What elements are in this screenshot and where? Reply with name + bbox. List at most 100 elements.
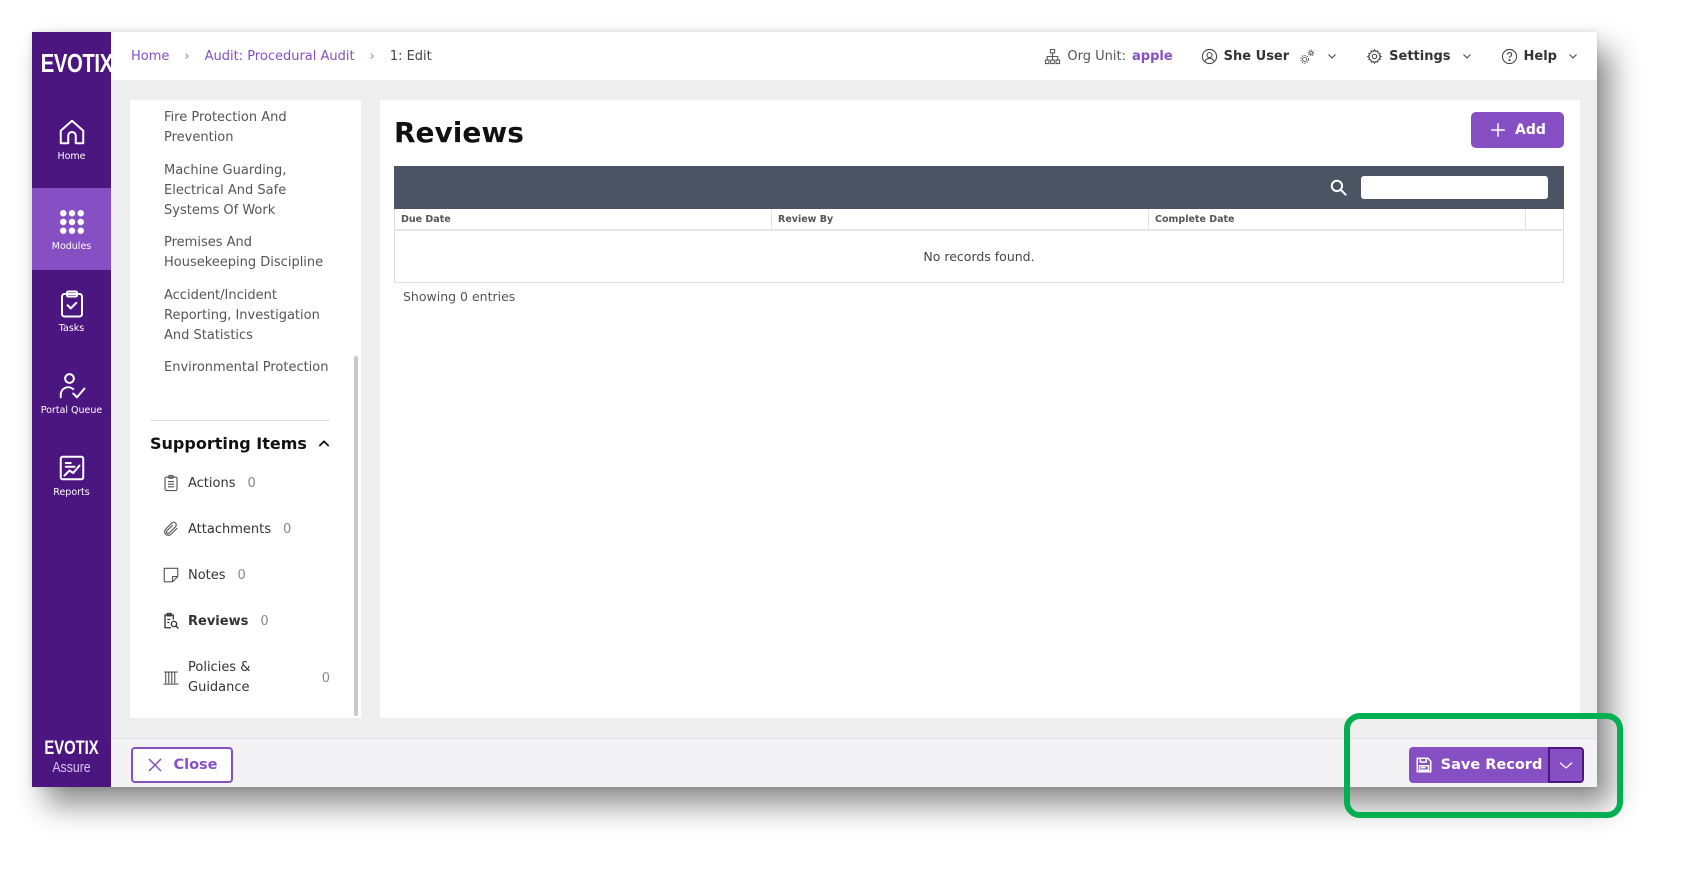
grid-entries-count: Showing 0 entries <box>403 289 516 304</box>
help-menu[interactable]: Help <box>1501 48 1579 65</box>
settings-menu[interactable]: Settings <box>1366 48 1472 65</box>
supporting-item-count: 0 <box>321 670 330 686</box>
supporting-item-policies[interactable]: Policies & Guidance 0 <box>162 658 330 698</box>
close-button[interactable]: Close <box>131 747 233 783</box>
sidebar-item-label: Portal Queue <box>40 404 103 416</box>
chevron-right-icon: › <box>184 48 190 64</box>
close-button-label: Close <box>173 757 218 773</box>
paperclip-icon <box>164 521 178 536</box>
sidebar-item-portal-queue[interactable]: Portal Queue <box>32 352 111 434</box>
grid-header-row: Due Date Review By Complete Date <box>394 209 1564 231</box>
help-circle-icon <box>1501 48 1517 64</box>
supporting-items-title: Supporting Items <box>150 434 307 453</box>
chevron-down-icon <box>1462 54 1471 59</box>
column-header-due-date[interactable]: Due Date <box>395 209 772 229</box>
user-circle-icon <box>1201 48 1217 64</box>
scrollbar-thumb[interactable] <box>354 356 358 716</box>
gear-icon <box>1366 48 1383 64</box>
breadcrumb-audit[interactable]: Audit: Procedural Audit <box>205 49 355 64</box>
reviews-panel: Reviews Add Due Date Review By Complete … <box>380 100 1580 718</box>
close-icon <box>148 758 162 772</box>
chevron-down-icon <box>1328 54 1337 59</box>
supporting-items-header[interactable]: Supporting Items <box>150 434 332 453</box>
org-unit-value[interactable]: apple <box>1132 49 1173 64</box>
gears-icon <box>1300 49 1315 64</box>
add-button-label: Add <box>1515 122 1546 138</box>
settings-label: Settings <box>1389 48 1451 64</box>
section-link[interactable]: Machine Guarding, Electrical And Safe Sy… <box>164 161 334 221</box>
product-brand: EVOTIX Assure <box>32 739 111 775</box>
save-record-label: Save Record <box>1440 757 1543 773</box>
supporting-item-count: 0 <box>260 613 269 629</box>
top-bar: Home › Audit: Procedural Audit › 1: Edit… <box>111 32 1597 80</box>
supporting-item-notes[interactable]: Notes 0 <box>162 566 332 584</box>
breadcrumb-home[interactable]: Home <box>131 49 169 64</box>
books-icon <box>163 671 179 685</box>
clipboard-list-icon <box>164 474 178 492</box>
home-icon <box>59 119 84 144</box>
column-header-complete-date[interactable]: Complete Date <box>1149 209 1526 229</box>
save-options-dropdown[interactable] <box>1548 747 1584 783</box>
supporting-item-reviews[interactable]: Reviews 0 <box>162 612 332 630</box>
sidebar-item-tasks[interactable]: Tasks <box>32 270 111 352</box>
chevron-right-icon: › <box>369 48 375 64</box>
sidebar: EVOTIX Home Modules Tasks Portal Queue R… <box>32 32 113 787</box>
breadcrumb: Home › Audit: Procedural Audit › 1: Edit <box>131 32 432 80</box>
column-header-review-by[interactable]: Review By <box>772 209 1149 229</box>
grid-dots-icon <box>59 209 84 234</box>
supporting-item-label: Attachments <box>188 521 271 537</box>
org-unit-label: Org Unit: <box>1067 48 1126 64</box>
sidebar-item-modules[interactable]: Modules <box>32 188 111 270</box>
chevron-up-icon[interactable] <box>316 436 332 452</box>
breadcrumb-current: 1: Edit <box>389 48 432 64</box>
save-button-group: Save Record <box>1409 747 1584 783</box>
top-actions: Org Unit: apple She User Settings Help <box>1044 32 1579 80</box>
empty-message: No records found. <box>923 249 1035 264</box>
clipboard-check-icon <box>60 290 83 317</box>
grid-search-input[interactable] <box>1361 176 1548 199</box>
product-brand-sub: Assure <box>52 759 91 776</box>
review-search-icon <box>164 612 179 629</box>
footer-bar: Close Save Record <box>111 738 1597 787</box>
section-nav-panel: Fire Protection And Prevention Machine G… <box>130 100 361 718</box>
grid-empty-row: No records found. <box>394 231 1564 283</box>
supporting-item-actions[interactable]: Actions 0 <box>162 474 332 492</box>
section-link[interactable]: Premises And Housekeeping Discipline <box>164 233 334 273</box>
search-icon[interactable] <box>1329 178 1348 197</box>
supporting-item-label: Policies & Guidance <box>188 660 251 695</box>
chevron-down-icon <box>1559 762 1573 769</box>
sidebar-item-home[interactable]: Home <box>32 98 111 180</box>
section-link[interactable]: Fire Protection And Prevention <box>164 108 334 148</box>
section-link[interactable]: Accident/Incident Reporting, Investigati… <box>164 286 334 346</box>
evotix-logo[interactable]: EVOTIX <box>41 48 113 79</box>
section-link[interactable]: Environmental Protection <box>164 358 334 378</box>
user-check-icon <box>59 372 85 398</box>
product-brand-name: EVOTIX <box>44 738 99 759</box>
page-title: Reviews <box>394 116 524 149</box>
chart-report-icon <box>59 455 84 480</box>
supporting-item-label: Actions <box>188 475 236 491</box>
save-record-button[interactable]: Save Record <box>1409 747 1548 783</box>
supporting-item-count: 0 <box>282 521 292 537</box>
sidebar-item-label: Tasks <box>58 322 85 334</box>
supporting-item-attachments[interactable]: Attachments 0 <box>162 520 332 538</box>
floppy-disk-icon <box>1416 757 1432 773</box>
sidebar-item-label: Reports <box>53 486 90 498</box>
add-button[interactable]: Add <box>1471 112 1564 148</box>
chevron-down-icon <box>1569 54 1577 59</box>
sidebar-item-reports[interactable]: Reports <box>32 434 111 516</box>
user-name: She User <box>1223 48 1290 64</box>
sidebar-item-label: Home <box>57 150 86 162</box>
supporting-item-label: Reviews <box>188 613 249 629</box>
note-icon <box>163 567 179 583</box>
sidebar-item-label: Modules <box>51 240 92 252</box>
org-unit-selector[interactable]: Org Unit: apple <box>1044 48 1173 65</box>
user-menu[interactable]: She User <box>1201 48 1338 65</box>
org-hierarchy-icon <box>1045 48 1061 64</box>
grid-toolbar <box>394 166 1564 209</box>
reviews-grid: Due Date Review By Complete Date No reco… <box>394 166 1564 304</box>
supporting-item-count: 0 <box>247 475 256 491</box>
app-window: EVOTIX Home Modules Tasks Portal Queue R… <box>32 32 1597 787</box>
supporting-item-count: 0 <box>237 567 246 583</box>
column-header-actions <box>1526 209 1563 229</box>
